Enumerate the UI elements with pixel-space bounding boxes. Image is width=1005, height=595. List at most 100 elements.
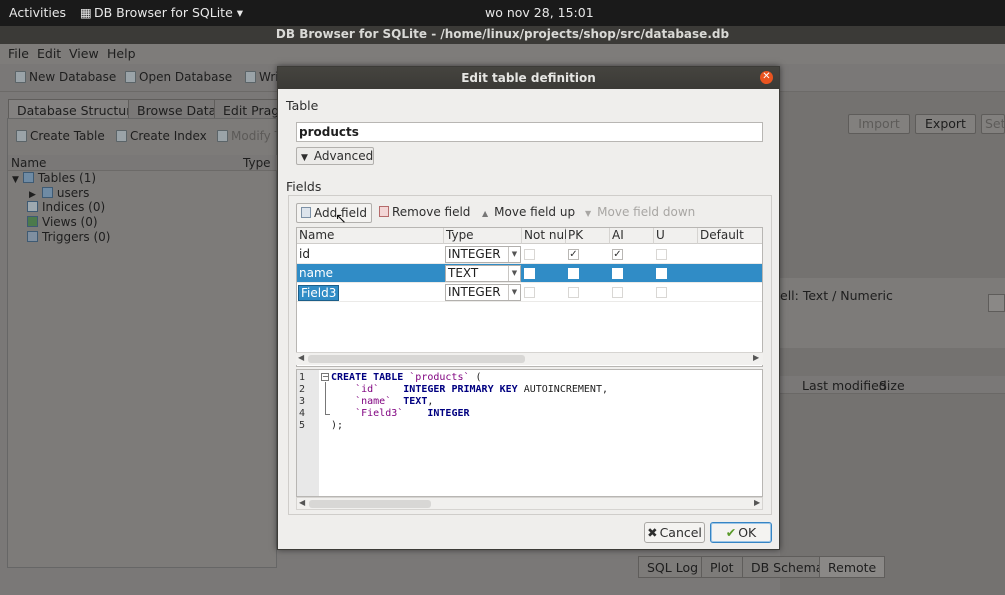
line-number: 4 [299,408,306,419]
tree-tables[interactable]: ▼ Tables (1) [12,171,96,185]
menu-file[interactable]: File [8,46,29,61]
write-changes-button[interactable]: Wri [245,70,279,84]
open-database-button[interactable]: Open Database [125,70,232,84]
fields-hscrollbar[interactable]: ◀ ▶ [296,352,763,365]
not-null-checkbox[interactable] [524,287,535,298]
sql-line-1: CREATE TABLE `products` ( [331,372,482,383]
add-field-button[interactable]: Add field [296,203,372,223]
tab-plot[interactable]: Plot [701,556,743,578]
sql-hscrollbar[interactable]: ◀ ▶ [296,497,763,510]
ok-label: OK [738,525,757,540]
expand-arrow-icon[interactable]: ▶ [29,190,36,200]
field-type-select[interactable]: TEXT ▼ [445,265,521,282]
tab-sql-log[interactable]: SQL Log [638,556,708,578]
move-up-label: Move field up [494,205,576,219]
open-database-label: Open Database [139,70,233,84]
tab-remote[interactable]: Remote [819,556,886,578]
col-u-header[interactable]: U [654,228,698,244]
tree-views[interactable]: Views (0) [27,215,98,229]
col-last-modified[interactable]: Last modified [802,378,887,393]
cell-mode-label: ell: Text / Numeric [780,288,893,303]
field-type-select[interactable]: INTEGER ▼ [445,284,521,301]
sql-preview[interactable]: 1 2 3 4 5 − CREATE TABLE `products` ( `i… [296,369,763,497]
scroll-left-icon[interactable]: ◀ [299,498,305,507]
sql-line-2: `id` INTEGER PRIMARY KEY AUTOINCREMENT, [331,384,608,395]
scroll-right-icon[interactable]: ▶ [753,353,759,362]
tree-col-type[interactable]: Type [243,156,271,170]
menu-edit[interactable]: Edit [37,46,61,61]
scroll-thumb[interactable] [308,355,525,363]
tree-triggers[interactable]: Triggers (0) [27,230,110,244]
col-notnull-header[interactable]: Not null [522,228,571,244]
table-row[interactable]: Field3 INTEGER ▼ [297,283,762,302]
line-number: 3 [299,396,306,407]
unique-checkbox[interactable] [656,268,667,279]
dropdown-arrow-icon: ▼ [508,285,520,300]
move-field-down-button[interactable]: ▼ Move field down [581,203,699,223]
menu-bar: File Edit View Help [0,44,1005,64]
move-field-up-button[interactable]: ▲ Move field up [478,203,579,223]
scroll-left-icon[interactable]: ◀ [298,353,304,362]
sql-keyword: INTEGER PRIMARY KEY [403,384,518,395]
field-type-select[interactable]: INTEGER ▼ [445,246,521,263]
table-row[interactable]: id INTEGER ▼ ✓ ✓ [297,245,762,264]
cell-mode-combo[interactable] [988,294,1005,312]
fold-marker-icon[interactable]: − [321,373,329,381]
unique-checkbox[interactable] [656,287,667,298]
ai-checkbox[interactable] [612,287,623,298]
tree-users[interactable]: ▶ users [29,186,89,200]
import-button[interactable]: Import [848,114,910,134]
field-name[interactable]: name [299,266,333,280]
col-ai-header[interactable]: AI [610,228,654,244]
close-icon[interactable]: ✕ [760,71,773,84]
activities-button[interactable]: Activities [9,5,66,20]
pk-checkbox[interactable] [568,268,579,279]
scroll-thumb[interactable] [309,500,431,508]
views-icon [27,216,38,227]
cancel-button[interactable]: ✖ Cancel [644,522,705,543]
col-name-header[interactable]: Name [297,228,444,244]
table-name-input[interactable]: products [296,122,763,142]
not-null-checkbox[interactable] [524,249,535,260]
create-index-button[interactable]: Create Index [116,129,207,143]
tables-icon [22,172,34,183]
table-row[interactable]: name TEXT ▼ [297,264,762,283]
sql-keyword: CREATE TABLE [331,372,404,383]
ai-checkbox[interactable]: ✓ [612,249,623,260]
pk-checkbox[interactable] [568,287,579,298]
unique-checkbox[interactable] [656,249,667,260]
col-size[interactable]: Size [879,378,905,393]
sql-identifier: `products` [409,372,470,383]
ai-checkbox[interactable] [612,268,623,279]
tree-indices[interactable]: Indices (0) [27,200,105,214]
mouse-cursor-icon: ↖ [335,211,347,227]
col-default-header[interactable]: Default [698,228,762,244]
app-menu[interactable]: DB Browser for SQLite ▾ [94,5,243,20]
pk-checkbox[interactable]: ✓ [568,249,579,260]
dialog-title: Edit table definition [278,67,779,89]
ok-button[interactable]: ✔ OK [710,522,772,543]
advanced-toggle[interactable]: ▼ Advanced [296,147,374,165]
sql-text: ( [469,372,482,383]
scroll-right-icon[interactable]: ▶ [754,498,760,507]
export-button[interactable]: Export [915,114,976,134]
modify-table-button[interactable]: Modify T [217,129,282,143]
set-button[interactable]: Set [981,114,1005,134]
create-table-button[interactable]: Create Table [16,129,105,143]
window-title: DB Browser for SQLite - /home/linux/proj… [0,26,1005,44]
tree-col-name[interactable]: Name [11,156,46,170]
menu-view[interactable]: View [69,46,99,61]
remove-field-button[interactable]: Remove field [375,203,474,223]
menu-help[interactable]: Help [107,46,136,61]
field-name-editor[interactable]: Field3 [298,285,340,301]
collapse-arrow-icon[interactable]: ▼ [12,175,19,185]
line-number: 1 [299,372,306,383]
clock[interactable]: wo nov 28, 15:01 [485,5,594,20]
col-pk-header[interactable]: PK [566,228,610,244]
new-database-button[interactable]: New Database [15,70,116,84]
tree-header: Name Type [8,155,278,171]
col-type-header[interactable]: Type [444,228,522,244]
sql-line-3: `name` TEXT, [331,396,433,407]
field-name[interactable]: id [299,247,310,261]
not-null-checkbox[interactable] [524,268,535,279]
